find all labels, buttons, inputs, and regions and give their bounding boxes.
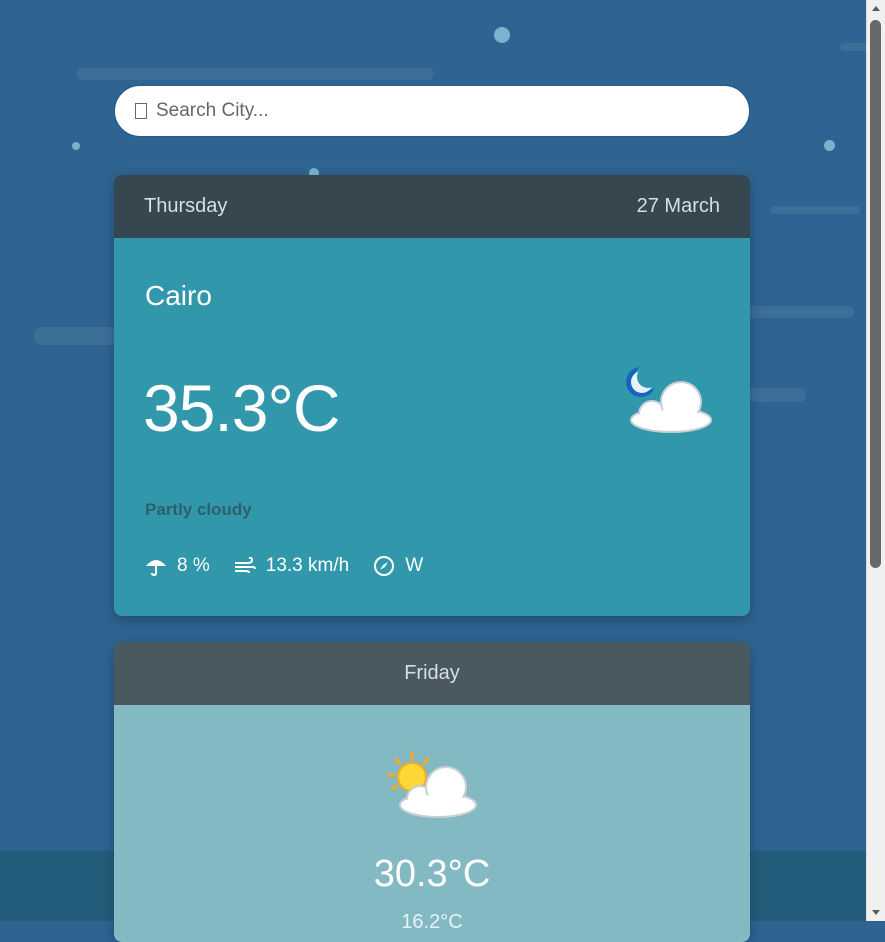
umbrella-icon: [146, 560, 166, 576]
compass-icon: [374, 556, 395, 576]
today-forecast-card: Thursday 27 March Cairo 35.3°C Partly cl…: [114, 175, 750, 616]
today-card-body: Cairo 35.3°C Partly cloudy 8 % 13.3 km/h…: [114, 238, 750, 616]
decor-dot: [824, 140, 835, 151]
weather-stats: 8 % 13.3 km/h W: [145, 555, 447, 577]
today-card-header: Thursday 27 March: [114, 175, 750, 238]
rain-chance-value: 8 %: [177, 555, 210, 576]
decor-streak: [746, 388, 806, 402]
rain-chance: 8 %: [145, 555, 210, 577]
page-scrollbar[interactable]: [866, 0, 885, 921]
weather-condition: Partly cloudy: [145, 500, 252, 519]
tomorrow-card-body: 30.3°C 16.2°C: [114, 705, 750, 942]
decor-streak: [76, 68, 434, 80]
search-bar[interactable]: [114, 85, 750, 137]
search-input[interactable]: [154, 99, 749, 123]
tomorrow-max-temp: 30.3°C: [373, 853, 491, 895]
city-name: Cairo: [145, 280, 212, 311]
today-day: Thursday: [144, 195, 228, 217]
today-date: 27 March: [636, 195, 720, 217]
tomorrow-min-temp: 16.2°C: [401, 911, 463, 933]
scroll-down-arrow-icon[interactable]: [872, 910, 880, 915]
wind-speed: 13.3 km/h: [234, 555, 349, 577]
current-temperature: 35.3°C: [143, 371, 341, 445]
scrollbar-thumb[interactable]: [870, 20, 881, 568]
tomorrow-day: Friday: [404, 662, 460, 684]
wind-direction-value: W: [405, 555, 424, 576]
tomorrow-card-header: Friday: [114, 642, 750, 705]
decor-dot: [494, 27, 510, 43]
search-icon: [135, 103, 147, 119]
scroll-up-arrow-icon[interactable]: [872, 6, 880, 11]
wind-icon: [234, 557, 256, 574]
decor-streak: [34, 327, 126, 345]
decor-streak: [770, 206, 860, 214]
decor-streak: [746, 306, 854, 318]
partly-cloudy-night-icon: [626, 364, 712, 433]
decor-dot: [72, 142, 80, 150]
tomorrow-forecast-card: Friday 30.3°C 16.2°C: [114, 642, 750, 942]
wind-direction: W: [373, 555, 423, 577]
partly-cloudy-day-icon: [386, 751, 477, 818]
wind-speed-value: 13.3 km/h: [265, 555, 350, 576]
